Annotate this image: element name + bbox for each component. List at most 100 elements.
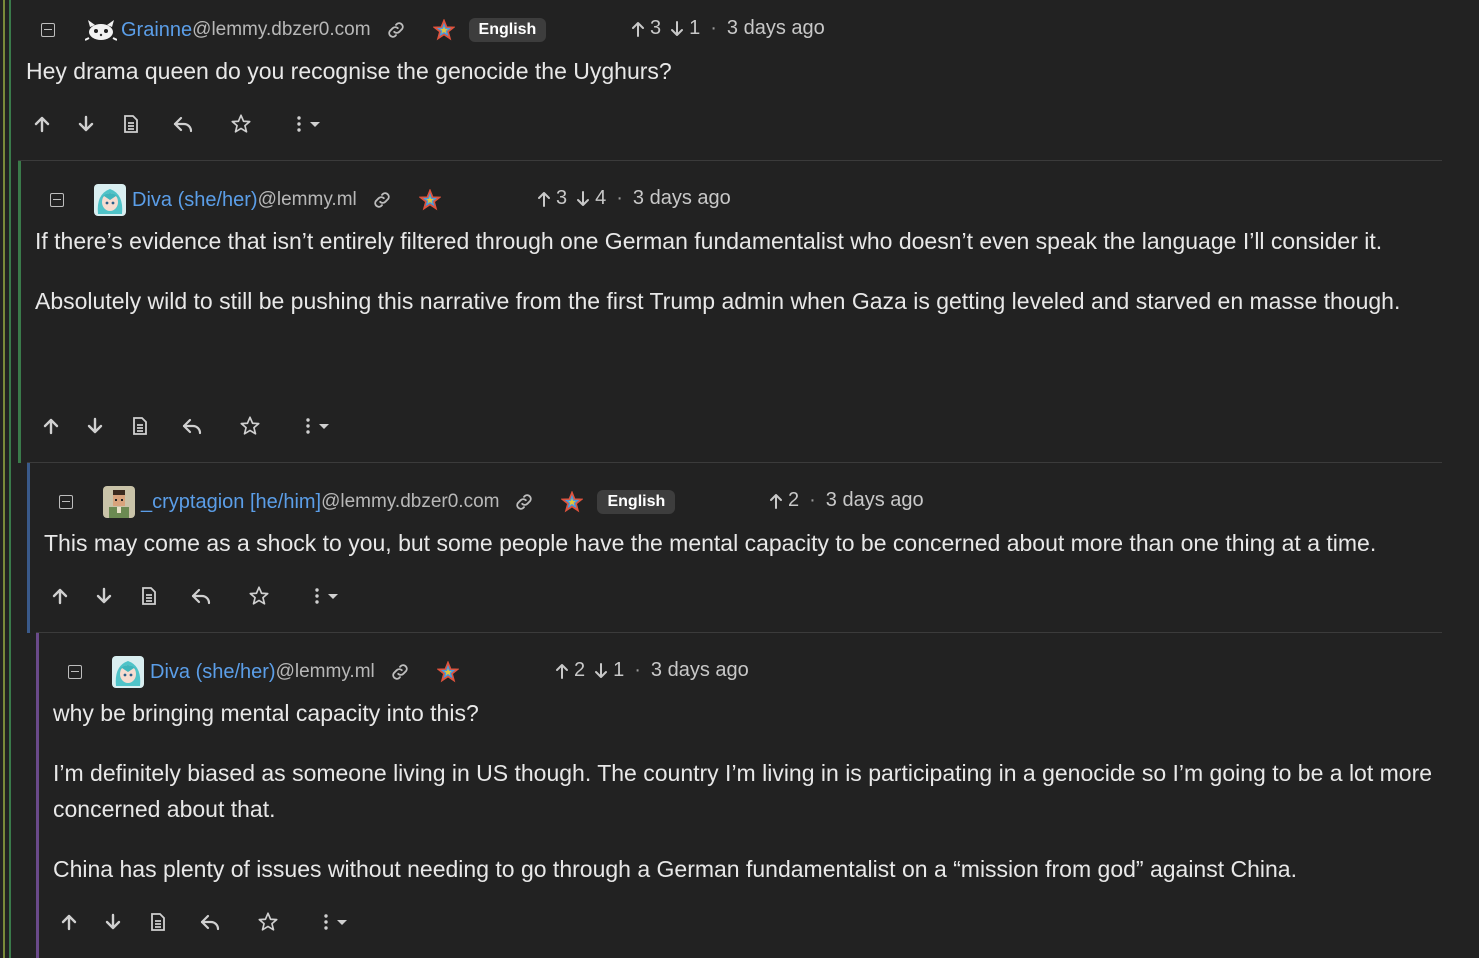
view-source-button[interactable]	[131, 416, 149, 436]
language-badge: English	[597, 490, 676, 514]
collapse-button[interactable]	[50, 193, 64, 207]
user-instance[interactable]: @lemmy.ml	[258, 189, 357, 211]
vote-score: 2 1 · 3 days ago	[554, 659, 749, 682]
comment-paragraph: China has plenty of issues without needi…	[53, 856, 1297, 882]
arrow-down-icon	[669, 20, 685, 38]
comment: Grainne @lemmy.dbzer0.com English 3 1 · 3…	[12, 0, 1442, 160]
upvote-button[interactable]	[50, 586, 70, 606]
downvote-button[interactable]	[94, 586, 114, 606]
timestamp[interactable]: 3 days ago	[633, 187, 731, 210]
comment-paragraph: I’m definitely biased as someone living …	[53, 760, 1433, 822]
comment: Diva (she/her) @lemmy.ml 2 1 · 3 days ago…	[36, 632, 1442, 958]
comment-body: why be bringing mental capacity into thi…	[53, 695, 1448, 887]
comment-meta: Diva (she/her) @lemmy.ml	[68, 656, 459, 688]
arrow-up-icon	[536, 190, 552, 208]
separator-dot: ·	[634, 659, 641, 681]
downvote-button[interactable]	[76, 114, 96, 134]
thread-line	[27, 463, 30, 633]
comment-actions	[59, 910, 351, 934]
rainbow-star-icon	[432, 19, 455, 41]
comment-body: If there’s evidence that isn’t entirely …	[35, 223, 1435, 319]
username-link[interactable]: Diva (she/her)	[132, 189, 258, 212]
avatar[interactable]	[112, 656, 144, 688]
more-options-button[interactable]	[303, 416, 333, 436]
upvote-button[interactable]	[59, 912, 79, 932]
collapse-button[interactable]	[41, 23, 55, 37]
rainbow-star-icon	[436, 661, 459, 683]
comment-paragraph: If there’s evidence that isn’t entirely …	[35, 228, 1383, 254]
thread-line	[18, 161, 21, 463]
comment-thread: Grainne @lemmy.dbzer0.com English 3 1 · 3…	[0, 0, 1479, 958]
username-link[interactable]: _cryptagion [he/him]	[141, 491, 321, 514]
reply-button[interactable]	[181, 416, 203, 436]
view-source-button[interactable]	[149, 912, 167, 932]
collapse-button[interactable]	[68, 665, 82, 679]
comment-meta: _cryptagion [he/him] @lemmy.dbzer0.com En…	[59, 486, 676, 518]
arrow-up-icon	[630, 20, 646, 38]
anime-teal-hair-avatar-icon	[94, 184, 126, 216]
upvote-count: 2	[788, 489, 800, 511]
comment-paragraph: This may come as a shock to you, but som…	[44, 530, 1377, 556]
view-source-button[interactable]	[122, 114, 140, 134]
vote-score: 3 4 · 3 days ago	[536, 187, 731, 210]
comment-paragraph: Hey drama queen do you recognise the gen…	[26, 58, 672, 84]
save-star-button[interactable]	[248, 585, 270, 607]
link-icon[interactable]	[513, 491, 535, 513]
reply-button[interactable]	[199, 912, 221, 932]
avatar[interactable]	[94, 184, 126, 216]
link-icon[interactable]	[371, 189, 393, 211]
language-badge: English	[468, 18, 547, 42]
thread-line	[3, 0, 5, 958]
upvote-button[interactable]	[32, 114, 52, 134]
link-icon[interactable]	[389, 661, 411, 683]
rainbow-star-icon	[561, 491, 584, 513]
comment-body: Hey drama queen do you recognise the gen…	[26, 53, 1426, 89]
arrow-down-icon	[593, 662, 609, 680]
anime-teal-hair-avatar-icon	[112, 656, 144, 688]
rainbow-star-icon	[418, 189, 441, 211]
comment-paragraph: why be bringing mental capacity into thi…	[53, 700, 479, 726]
vote-score: 3 1 · 3 days ago	[630, 17, 825, 40]
upvote-count: 3	[650, 17, 662, 39]
downvote-count: 4	[595, 187, 607, 209]
comment-actions	[32, 112, 324, 136]
separator-dot: ·	[809, 489, 816, 511]
comment-paragraph: Absolutely wild to still be pushing this…	[35, 288, 1401, 314]
timestamp[interactable]: 3 days ago	[727, 17, 825, 40]
timestamp[interactable]: 3 days ago	[651, 659, 749, 682]
avatar[interactable]	[85, 18, 117, 42]
timestamp[interactable]: 3 days ago	[826, 489, 924, 512]
more-options-button[interactable]	[294, 114, 324, 134]
user-instance[interactable]: @lemmy.dbzer0.com	[192, 19, 370, 41]
reply-button[interactable]	[190, 586, 212, 606]
comment-actions	[50, 584, 342, 608]
link-icon[interactable]	[385, 19, 407, 41]
arrow-down-icon	[575, 190, 591, 208]
collapse-button[interactable]	[59, 495, 73, 509]
more-options-button[interactable]	[321, 912, 351, 932]
save-star-button[interactable]	[257, 911, 279, 933]
save-star-button[interactable]	[239, 415, 261, 437]
username-link[interactable]: Diva (she/her)	[150, 661, 276, 684]
upvote-button[interactable]	[41, 416, 61, 436]
upvote-count: 3	[556, 187, 568, 209]
avatar[interactable]	[103, 486, 135, 518]
comment-body: This may come as a shock to you, but som…	[44, 525, 1444, 561]
downvote-count: 1	[613, 659, 625, 681]
comment: Diva (she/her) @lemmy.ml 3 4 · 3 days ago…	[18, 160, 1442, 463]
username-link[interactable]: Grainne	[121, 19, 192, 42]
reply-button[interactable]	[172, 114, 194, 134]
comment-meta: Grainne @lemmy.dbzer0.com English	[41, 15, 547, 45]
arrow-up-icon	[554, 662, 570, 680]
downvote-button[interactable]	[103, 912, 123, 932]
user-instance[interactable]: @lemmy.ml	[276, 661, 375, 683]
save-star-button[interactable]	[230, 113, 252, 135]
comment: _cryptagion [he/him] @lemmy.dbzer0.com En…	[27, 462, 1442, 633]
separator-dot: ·	[710, 17, 717, 39]
downvote-button[interactable]	[85, 416, 105, 436]
view-source-button[interactable]	[140, 586, 158, 606]
user-instance[interactable]: @lemmy.dbzer0.com	[321, 491, 499, 513]
upvote-count: 2	[574, 659, 586, 681]
comment-actions	[41, 414, 333, 438]
more-options-button[interactable]	[312, 586, 342, 606]
